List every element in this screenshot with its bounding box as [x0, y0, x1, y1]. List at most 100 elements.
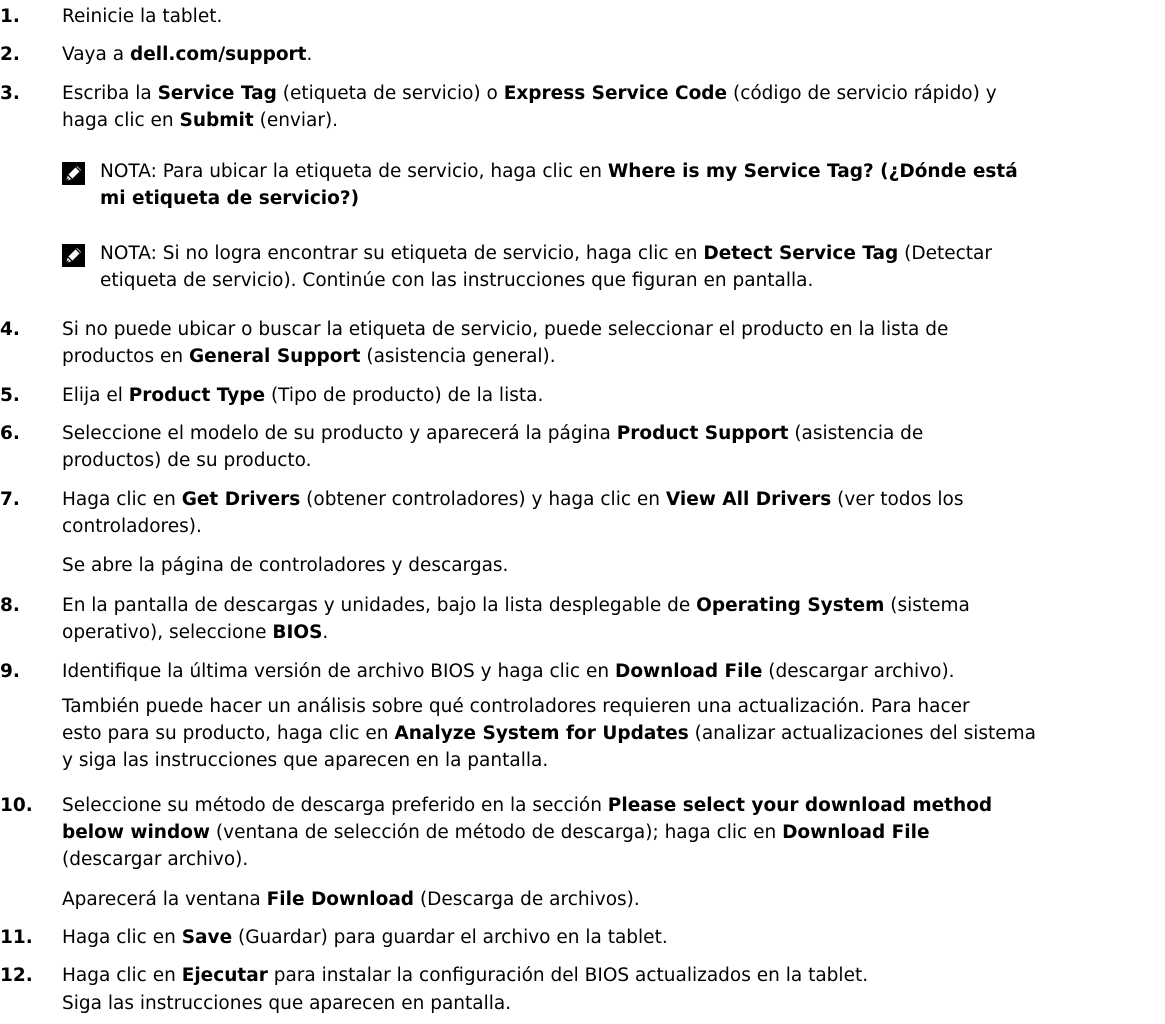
step-text: Haga clic en Get Drivers (obtener contro…	[62, 486, 963, 540]
text-line: Elija el Product Type (Tipo de producto)…	[62, 382, 543, 409]
text-run: Haga clic en	[62, 965, 182, 986]
step-number: 9.	[0, 661, 20, 682]
text-line: Reinicie la tablet.	[62, 3, 222, 30]
bold-term: Operating System	[696, 595, 885, 616]
text-line: NOTA: Para ubicar la etiqueta de servici…	[100, 158, 1018, 185]
text-line: Haga clic en Save (Guardar) para guardar…	[62, 924, 668, 951]
step-text: En la pantalla de descargas y unidades, …	[62, 592, 970, 646]
bold-term: Detect Service Tag	[703, 243, 899, 264]
text-run: (Detectar	[898, 243, 992, 264]
note-label: NOTA:	[100, 161, 157, 182]
step-text: Vaya a dell.com/support.	[62, 41, 312, 68]
bold-term: Analyze System for Updates	[394, 723, 689, 744]
bold-term: Download File	[782, 822, 930, 843]
text-run: para instalar la configuración del BIOS …	[267, 965, 869, 986]
text-run: Haga clic en	[62, 927, 182, 948]
step-number: 12.	[0, 965, 33, 986]
step-12-result: Siga las instrucciones que aparecen en p…	[62, 990, 511, 1017]
note-text: NOTA: Si no logra encontrar su etiqueta …	[100, 240, 992, 294]
text-run: (enviar).	[253, 110, 339, 131]
text-run: .	[322, 622, 329, 643]
text-line: Haga clic en Get Drivers (obtener contro…	[62, 486, 963, 513]
step-number: 11.	[0, 927, 33, 948]
text-run: Aparecerá la ventana	[62, 889, 267, 910]
text-line: Identifique la última versión de archivo…	[62, 658, 955, 685]
text-run: Se abre la página de controladores y des…	[62, 555, 509, 576]
text-run: productos) de su producto.	[62, 450, 312, 471]
text-line: productos en General Support (asistencia…	[62, 343, 948, 370]
step-number: 6.	[0, 423, 20, 444]
text-line: Aparecerá la ventana File Download (Desc…	[62, 886, 640, 913]
step-9-detail: También puede hacer un análisis sobre qu…	[62, 693, 1036, 774]
bold-term: below window	[62, 822, 211, 843]
bold-term: Save	[181, 927, 233, 948]
step-text: Haga clic en Save (Guardar) para guardar…	[62, 924, 668, 951]
text-run: (asistencia general).	[360, 346, 556, 367]
bold-term: Please select your download method	[607, 795, 993, 816]
text-line: productos) de su producto.	[62, 447, 923, 474]
text-line: Vaya a dell.com/support.	[62, 41, 312, 68]
step-text: Reinicie la tablet.	[62, 3, 222, 30]
text-run: Si no logra encontrar su etiqueta de ser…	[156, 243, 704, 264]
bold-term: Get Drivers	[181, 489, 301, 510]
step-number: 2.	[0, 44, 20, 65]
note-text: NOTA: Para ubicar la etiqueta de servici…	[100, 158, 1018, 212]
step-text: Elija el Product Type (Tipo de producto)…	[62, 382, 543, 409]
text-run: esto para su producto, haga clic en	[62, 723, 395, 744]
text-run: Seleccione su método de descarga preferi…	[62, 795, 608, 816]
text-run: (Guardar) para guardar el archivo en la …	[232, 927, 668, 948]
bold-term: File Download	[266, 889, 415, 910]
text-line: Si no puede ubicar o buscar la etiqueta …	[62, 316, 948, 343]
text-line: y siga las instrucciones que aparecen en…	[62, 747, 1036, 774]
step-number: 5.	[0, 385, 20, 406]
text-run: (ver todos los	[831, 489, 964, 510]
text-run: En la pantalla de descargas y unidades, …	[62, 595, 697, 616]
bold-term: View All Drivers	[665, 489, 832, 510]
text-line: etiqueta de servicio). Continúe con las …	[100, 267, 992, 294]
step-number: 7.	[0, 489, 20, 510]
text-run: (etiqueta de servicio) o	[276, 83, 504, 104]
text-line: esto para su producto, haga clic en Anal…	[62, 720, 1036, 747]
text-run: (descargar archivo).	[62, 849, 249, 870]
text-run: y siga las instrucciones que aparecen en…	[62, 750, 549, 771]
text-line: Se abre la página de controladores y des…	[62, 552, 508, 579]
text-line: También puede hacer un análisis sobre qu…	[62, 693, 1036, 720]
text-run: Vaya a	[62, 44, 130, 65]
text-line: operativo), seleccione BIOS.	[62, 619, 970, 646]
text-line: NOTA: Si no logra encontrar su etiqueta …	[100, 240, 992, 267]
bold-term: mi etiqueta de servicio?)	[100, 188, 360, 209]
text-run: operativo), seleccione	[62, 622, 273, 643]
step-text: Seleccione el modelo de su producto y ap…	[62, 420, 923, 474]
text-run: etiqueta de servicio). Continúe con las …	[100, 270, 814, 291]
bold-term: Download File	[614, 661, 763, 682]
step-text: Si no puede ubicar o buscar la etiqueta …	[62, 316, 948, 370]
text-run: (analizar actualizaciones del sistema	[688, 723, 1037, 744]
bold-term: Ejecutar	[181, 965, 268, 986]
text-line: Siga las instrucciones que aparecen en p…	[62, 990, 511, 1017]
text-line: Seleccione su método de descarga preferi…	[62, 792, 992, 819]
step-10-result: Aparecerá la ventana File Download (Desc…	[62, 886, 640, 913]
step-number: 1.	[0, 6, 20, 27]
text-run: (sistema	[884, 595, 970, 616]
text-run: Reinicie la tablet.	[62, 6, 223, 27]
bold-term: Service Tag	[157, 83, 277, 104]
bold-term: Product Type	[128, 385, 266, 406]
bold-term: General Support	[188, 346, 361, 367]
text-line: controladores).	[62, 513, 963, 540]
bold-term: Express Service Code	[503, 83, 728, 104]
text-run: (descargar archivo).	[762, 661, 955, 682]
text-line: Seleccione el modelo de su producto y ap…	[62, 420, 923, 447]
text-run: (Tipo de producto) de la lista.	[265, 385, 544, 406]
text-run: Para ubicar la etiqueta de servicio, hag…	[156, 161, 608, 182]
step-number: 4.	[0, 319, 20, 340]
step-text: Identifique la última versión de archivo…	[62, 658, 955, 685]
bold-term: BIOS	[272, 622, 323, 643]
step-number: 10.	[0, 795, 33, 816]
step-text: Escriba la Service Tag (etiqueta de serv…	[62, 80, 997, 134]
bold-term: Submit	[179, 110, 254, 131]
text-run: Siga las instrucciones que aparecen en p…	[62, 993, 512, 1014]
text-run: Si no puede ubicar o buscar la etiqueta …	[62, 319, 949, 340]
text-line: Haga clic en Ejecutar para instalar la c…	[62, 962, 868, 989]
text-line: haga clic en Submit (enviar).	[62, 107, 997, 134]
text-run: (asistencia de	[788, 423, 924, 444]
